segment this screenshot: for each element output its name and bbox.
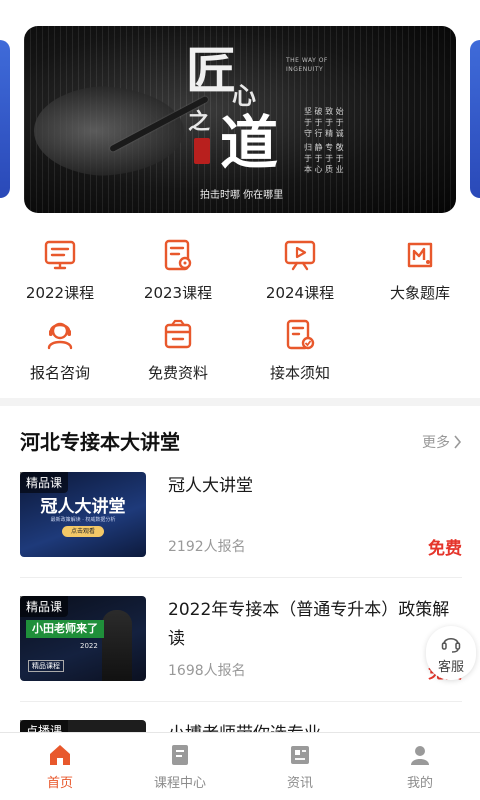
category-label: 2022课程 xyxy=(25,284,95,302)
banner-poem-1: 坚 破 致 始 于 于 于 于 守 行 精 诚 xyxy=(304,107,344,138)
course-tag: 精品课 xyxy=(20,596,69,617)
category-label: 大象题库 xyxy=(389,284,450,302)
thumb-subtitle: 精品课程 xyxy=(28,660,64,672)
tab-course-center[interactable]: 课程中心 xyxy=(120,733,240,800)
banner-title-zhi: 之 xyxy=(188,109,211,135)
section-title: 河北专接本大讲堂 xyxy=(20,430,180,454)
notice-icon xyxy=(286,319,315,350)
customer-service-button[interactable]: 客服 xyxy=(426,626,476,680)
course-price: 免费 xyxy=(428,539,462,559)
more-label: 更多 xyxy=(422,435,450,451)
course-item[interactable]: 冠人大讲堂 最新政策解读 · 权威数据分析 点击观看 精品课 冠人大讲堂 219… xyxy=(20,472,462,578)
course-board-icon xyxy=(44,240,76,270)
profile-icon xyxy=(411,746,429,765)
section-divider xyxy=(0,398,480,406)
category-2023-course[interactable]: 2023课程 xyxy=(118,238,238,303)
tab-label: 课程中心 xyxy=(153,776,206,791)
category-label: 接本须知 xyxy=(269,364,330,382)
category-enroll-consult[interactable]: 报名咨询 xyxy=(0,318,120,383)
section-header: 河北专接本大讲堂 更多 xyxy=(20,426,462,456)
category-question-bank[interactable]: 大象题库 xyxy=(360,238,480,303)
banner-title-xin: 心 xyxy=(232,81,256,110)
enroll-count: 2192人报名 xyxy=(168,539,246,555)
teacher-photo xyxy=(102,610,132,681)
more-link[interactable]: 更多 xyxy=(422,432,462,452)
banner-hand-image xyxy=(34,86,184,176)
question-bank-icon xyxy=(407,242,433,268)
thumb-title: 小田老师来了 xyxy=(26,620,104,638)
category-label: 报名咨询 xyxy=(29,364,90,382)
category-label: 2024课程 xyxy=(265,284,335,302)
chevron-right-icon xyxy=(454,435,462,449)
course-item[interactable]: 小田老师来了 2022 精品课程 精品课 2022年专接本（普通专升本）政策解读… xyxy=(20,596,462,702)
tab-profile[interactable]: 我的 xyxy=(360,733,480,800)
headset-icon xyxy=(441,637,461,653)
bottom-tab-bar: 首页 课程中心 资讯 我的 xyxy=(0,732,480,800)
next-banner-peek[interactable] xyxy=(470,40,480,198)
banner-poem-2: 归 静 专 敬 于 于 于 于 本 心 质 业 xyxy=(304,143,344,174)
free-material-icon xyxy=(164,319,192,349)
prev-banner-peek[interactable] xyxy=(0,40,10,198)
course-doc-icon xyxy=(164,239,192,271)
course-tag: 精品课 xyxy=(20,472,69,493)
course-title: 冠人大讲堂 xyxy=(168,476,253,496)
banner-english-caption: THE WAY OF INGENUITY xyxy=(286,57,328,73)
category-label: 2023课程 xyxy=(143,284,213,302)
banner-title-jiang: 匠 xyxy=(186,41,238,100)
service-label: 客服 xyxy=(437,660,464,675)
category-label: 免费资料 xyxy=(147,364,208,382)
tab-news[interactable]: 资讯 xyxy=(240,733,360,800)
category-transfer-notice[interactable]: 接本须知 xyxy=(240,318,360,383)
home-icon xyxy=(50,745,70,765)
course-center-icon xyxy=(172,745,188,765)
enroll-count: 1698人报名 xyxy=(168,663,246,679)
thumb-year: 2022 xyxy=(80,642,98,650)
tab-home[interactable]: 首页 xyxy=(0,733,120,800)
thumb-subtitle: 最新政策解读 · 权威数据分析 xyxy=(50,517,116,523)
tab-label: 资讯 xyxy=(286,776,313,791)
category-2022-course[interactable]: 2022课程 xyxy=(0,238,120,303)
course-title: 2022年专接本（普通专升本）政策解读 xyxy=(168,600,450,649)
red-seal-icon xyxy=(194,138,210,164)
tab-label: 首页 xyxy=(46,776,73,791)
banner-title-dao: 道 xyxy=(220,109,279,177)
category-free-material[interactable]: 免费资料 xyxy=(118,318,238,383)
thumb-watch-button: 点击观看 xyxy=(62,526,104,537)
news-icon xyxy=(291,746,309,764)
banner-slide[interactable]: 匠 心 之 道 THE WAY OF INGENUITY 坚 破 致 始 于 于… xyxy=(24,26,456,213)
thumb-title: 冠人大讲堂 xyxy=(40,497,126,517)
app-home-screen: 匠 心 之 道 THE WAY OF INGENUITY 坚 破 致 始 于 于… xyxy=(0,0,480,800)
row-divider xyxy=(20,577,462,578)
course-play-icon xyxy=(284,240,316,271)
banner-carousel[interactable]: 匠 心 之 道 THE WAY OF INGENUITY 坚 破 致 始 于 于… xyxy=(0,0,480,225)
row-divider xyxy=(20,701,462,702)
banner-slogan: 拍击时哪 你在哪里 xyxy=(200,190,284,201)
consult-icon xyxy=(47,322,73,350)
tab-label: 我的 xyxy=(406,776,433,791)
category-2024-course[interactable]: 2024课程 xyxy=(240,238,360,303)
